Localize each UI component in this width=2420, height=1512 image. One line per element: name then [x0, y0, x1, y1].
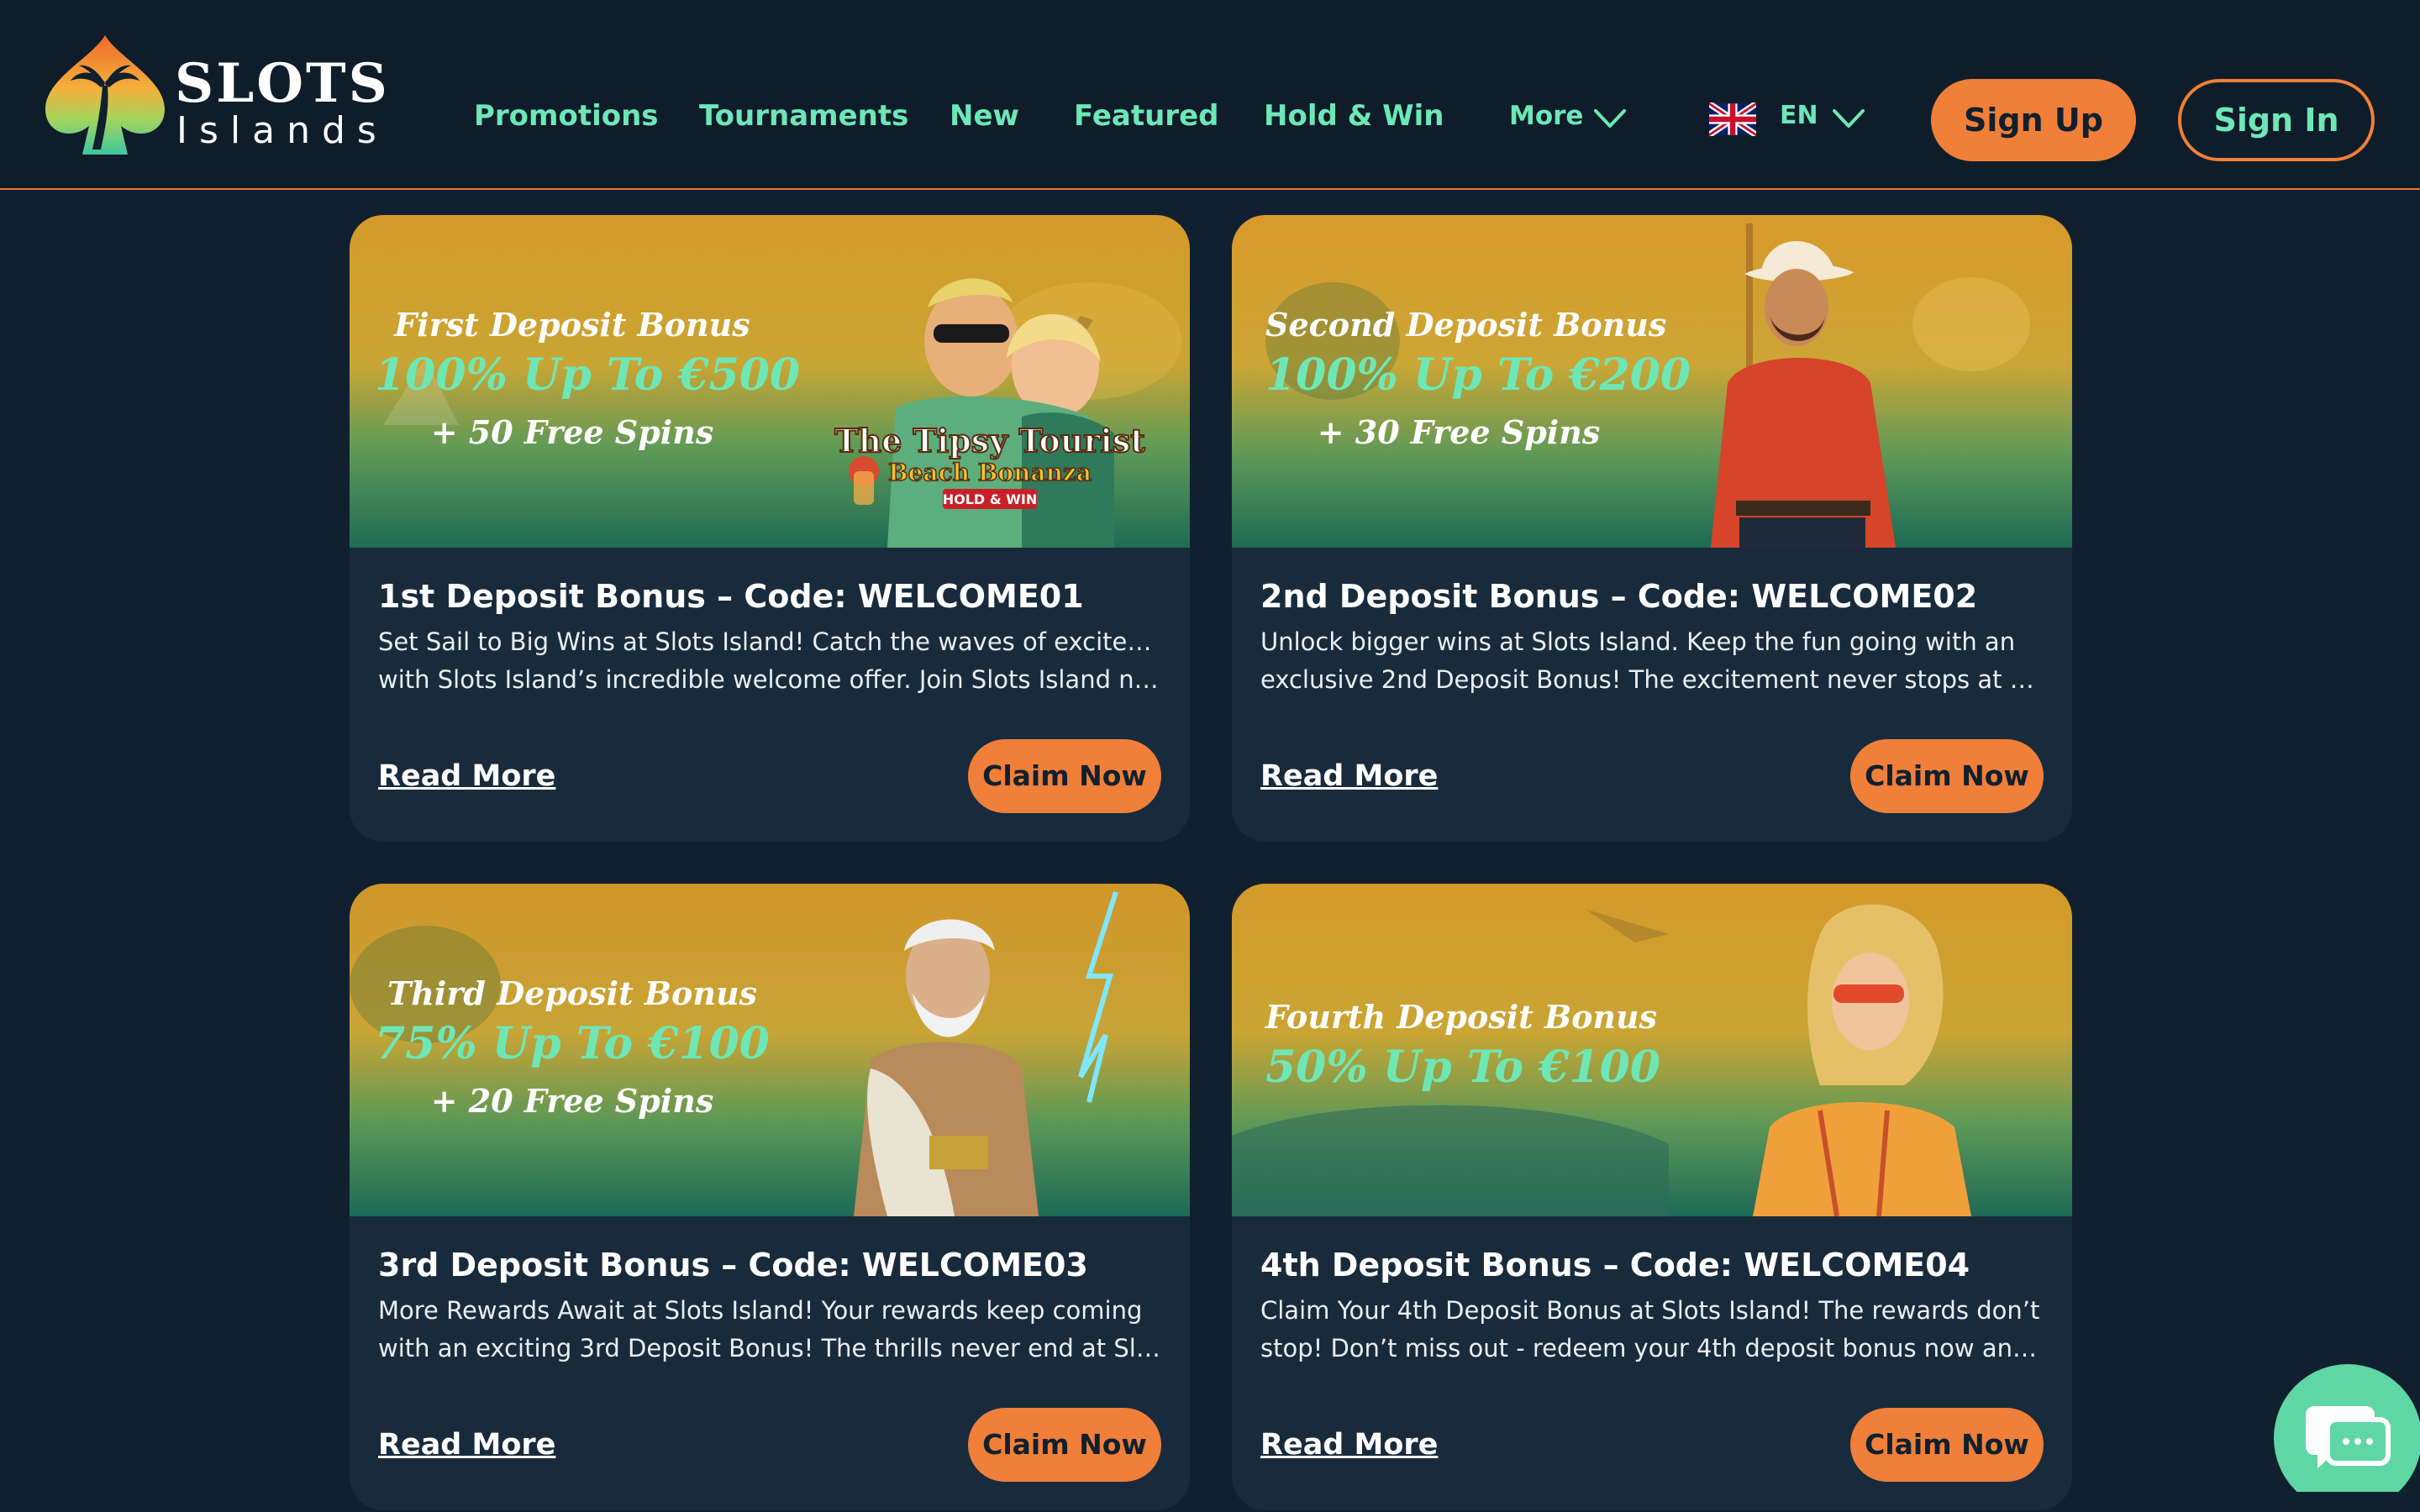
card-description-line: exclusive 2nd Deposit Bonus! The excitem… [1260, 665, 2044, 694]
read-more-link[interactable]: Read More [1260, 1428, 1438, 1462]
banner-headline: 100% Up To €200 [1265, 349, 1691, 401]
read-more-link[interactable]: Read More [378, 759, 555, 793]
promo-banner-3[interactable]: Third Deposit Bonus 75% Up To €100 + 20 … [350, 884, 1190, 1216]
card-description: Claim Your 4th Deposit Bonus at Slots Is… [1260, 1292, 2044, 1368]
read-more-link[interactable]: Read More [1260, 759, 1438, 793]
logo-text-islands: Islands [176, 109, 388, 152]
promo-card-4: Fourth Deposit Bonus 50% Up To €100 4th … [1232, 884, 2072, 1510]
card-title: 1st Deposit Bonus – Code: WELCOME01 [378, 578, 1084, 615]
card-description-line: stop! Don’t miss out - redeem your 4th d… [1260, 1334, 2044, 1362]
game-logo-subtitle: Beach Bonanza [888, 459, 1092, 486]
card-description: Unlock bigger wins at Slots Island. Keep… [1260, 623, 2044, 699]
card-description-line: with Slots Island’s incredible welcome o… [378, 665, 1161, 694]
promo-banner-1[interactable]: The Tipsy Tourist Beach Bonanza HOLD & W… [350, 215, 1190, 548]
live-chat-button[interactable] [2272, 1364, 2420, 1512]
language-chevron-icon[interactable] [1832, 108, 1865, 129]
chat-icon [2274, 1364, 2420, 1512]
nav-tournaments[interactable]: Tournaments [699, 99, 908, 133]
nav-featured[interactable]: Featured [1074, 99, 1218, 133]
claim-now-button[interactable]: Claim Now [968, 1408, 1161, 1482]
banner-subtitle: First Deposit Bonus [394, 306, 750, 344]
language-selector[interactable]: EN [1780, 101, 1818, 130]
promo-card-1: The Tipsy Tourist Beach Bonanza HOLD & W… [350, 215, 1190, 842]
uk-flag-icon[interactable] [1709, 102, 1756, 136]
site-logo[interactable]: SLOTS Islands [42, 32, 387, 158]
banner-headline: 100% Up To €500 [375, 349, 801, 401]
nav-hold-and-win[interactable]: Hold & Win [1264, 99, 1444, 133]
nav-new[interactable]: New [950, 99, 1019, 133]
nav-more[interactable]: More [1509, 101, 1583, 131]
card-title: 2nd Deposit Bonus – Code: WELCOME02 [1260, 578, 1978, 615]
card-description: More Rewards Await at Slots Island! Your… [378, 1292, 1161, 1368]
banner-free-spins: + 20 Free Spins [430, 1082, 714, 1120]
card-title: 4th Deposit Bonus – Code: WELCOME04 [1260, 1247, 1970, 1284]
signup-button[interactable]: Sign Up [1931, 79, 2136, 161]
game-logo-title: The Tipsy Tourist [834, 422, 1145, 459]
banner-free-spins: + 50 Free Spins [430, 413, 714, 451]
read-more-link[interactable]: Read More [378, 1428, 555, 1462]
site-header: SLOTS Islands Promotions Tournaments New… [0, 0, 2420, 190]
logo-text-slots: SLOTS [175, 52, 390, 115]
banner-free-spins: + 30 Free Spins [1317, 413, 1601, 451]
banner-subtitle: Second Deposit Bonus [1265, 306, 1667, 344]
card-description-line: Set Sail to Big Wins at Slots Island! Ca… [378, 627, 1161, 656]
banner-subtitle: Third Deposit Bonus [387, 974, 757, 1012]
promo-card-2: Second Deposit Bonus 100% Up To €200 + 3… [1232, 215, 2072, 842]
signin-button[interactable]: Sign In [2178, 79, 2375, 161]
nav-promotions[interactable]: Promotions [474, 99, 659, 133]
claim-now-button[interactable]: Claim Now [1850, 1408, 2044, 1482]
card-title: 3rd Deposit Bonus – Code: WELCOME03 [378, 1247, 1088, 1284]
card-description-line: More Rewards Await at Slots Island! Your… [378, 1296, 1143, 1325]
claim-now-button[interactable]: Claim Now [1850, 739, 2044, 813]
card-description: Set Sail to Big Wins at Slots Island! Ca… [378, 623, 1161, 699]
palm-spade-logo-icon [45, 35, 165, 155]
card-description-line: Unlock bigger wins at Slots Island. Keep… [1260, 627, 2016, 656]
promo-banner-2[interactable]: Second Deposit Bonus 100% Up To €200 + 3… [1232, 215, 2072, 548]
banner-headline: 50% Up To €100 [1265, 1042, 1660, 1093]
chevron-down-icon[interactable] [1593, 108, 1627, 129]
card-description-line: with an exciting 3rd Deposit Bonus! The … [378, 1334, 1161, 1362]
promo-card-3: Third Deposit Bonus 75% Up To €100 + 20 … [350, 884, 1190, 1510]
card-description-line: Claim Your 4th Deposit Bonus at Slots Is… [1260, 1296, 2040, 1325]
banner-headline: 75% Up To €100 [375, 1018, 770, 1069]
game-logo-tag: HOLD & WIN [943, 491, 1038, 507]
promo-banner-4[interactable]: Fourth Deposit Bonus 50% Up To €100 [1232, 884, 2072, 1216]
claim-now-button[interactable]: Claim Now [968, 739, 1161, 813]
banner-subtitle: Fourth Deposit Bonus [1265, 998, 1658, 1036]
